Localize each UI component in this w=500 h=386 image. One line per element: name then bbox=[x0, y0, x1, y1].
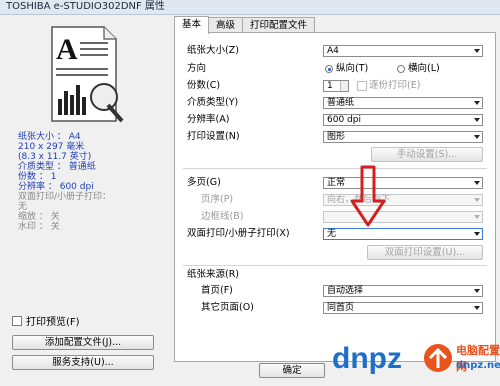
logo-domain: dnpz.net bbox=[456, 360, 500, 371]
divider bbox=[183, 168, 487, 169]
page-preview-icon: A bbox=[51, 26, 124, 123]
collate-checkbox[interactable] bbox=[357, 81, 367, 91]
page-order-label: 页序(P) bbox=[201, 194, 234, 205]
summary-copies: 份数 ： 1 bbox=[18, 172, 57, 182]
chevron-down-icon bbox=[474, 232, 480, 236]
summary-dims-mm: 210 x 297 毫米 bbox=[18, 142, 85, 152]
spin-arrows-icon[interactable] bbox=[340, 81, 348, 91]
copies-label: 份数(C) bbox=[187, 80, 221, 91]
landscape-radio[interactable] bbox=[397, 65, 405, 73]
left-panel: A 纸张大小 ： A4 210 x 297 毫米 (8.3 x 11.7 英寸)… bbox=[0, 15, 170, 383]
chevron-down-icon bbox=[474, 181, 480, 185]
media-type-select[interactable]: 普通纸 bbox=[323, 97, 483, 109]
chevron-down-icon bbox=[474, 198, 480, 202]
tab-basic[interactable]: 基本 bbox=[174, 16, 210, 34]
summary-paper-size: 纸张大小 ： A4 bbox=[18, 132, 81, 142]
other-pages-select[interactable]: 同首页 bbox=[323, 302, 483, 314]
print-settings-select[interactable]: 图形 bbox=[323, 131, 483, 143]
divider bbox=[183, 265, 487, 266]
border-label: 边框线(B) bbox=[201, 211, 244, 222]
media-type-value: 普通纸 bbox=[327, 98, 355, 108]
add-profile-button[interactable]: 添加配置文件(J)... bbox=[12, 335, 154, 350]
resolution-value: 600 dpi bbox=[327, 115, 361, 125]
duplex-value: 无 bbox=[327, 229, 337, 239]
summary-watermark: 水印 ： 关 bbox=[18, 222, 60, 232]
tab-print-profile[interactable]: 打印配置文件 bbox=[242, 17, 316, 33]
support-button[interactable]: 服务支持(U)... bbox=[12, 355, 154, 370]
summary-duplex: 双面打印/小册子打印： bbox=[18, 192, 112, 202]
media-type-label: 介质类型(Y) bbox=[187, 97, 239, 108]
orientation-label: 方向 bbox=[187, 63, 207, 74]
page-order-select[interactable]: 向右，然后向下 bbox=[323, 194, 483, 206]
paper-source-label: 纸张来源(R) bbox=[187, 269, 240, 280]
svg-text:dnpz: dnpz bbox=[332, 342, 402, 375]
paper-size-select[interactable]: A4 bbox=[323, 45, 483, 57]
multipage-value: 正常 bbox=[327, 178, 346, 188]
paper-size-value: A4 bbox=[327, 46, 339, 56]
copies-stepper[interactable]: 1 bbox=[323, 80, 349, 92]
first-page-label: 首页(F) bbox=[201, 285, 233, 296]
multipage-label: 多页(G) bbox=[187, 177, 221, 188]
border-select[interactable] bbox=[323, 211, 483, 223]
summary-resolution: 分辨率 ： 600 dpi bbox=[18, 182, 94, 192]
duplex-settings-button[interactable]: 双面打印设置(U)... bbox=[367, 245, 483, 260]
summary-paper-type: 介质类型 ： 普通纸 bbox=[18, 162, 96, 172]
multipage-select[interactable]: 正常 bbox=[323, 177, 483, 189]
landscape-label: 横向(L) bbox=[408, 63, 440, 74]
resolution-select[interactable]: 600 dpi bbox=[323, 114, 483, 126]
first-page-value: 自动选择 bbox=[327, 286, 364, 296]
print-preview-checkbox[interactable]: 打印预览(F) bbox=[12, 313, 80, 328]
tab-advanced[interactable]: 高级 bbox=[208, 17, 244, 33]
chevron-down-icon bbox=[474, 306, 480, 310]
duplex-select[interactable]: 无 bbox=[323, 228, 483, 240]
print-preview-label: 打印预览(F) bbox=[26, 317, 80, 328]
collate-label: 逐份打印(E) bbox=[369, 80, 421, 91]
chevron-down-icon bbox=[474, 101, 480, 105]
resolution-label: 分辨率(A) bbox=[187, 114, 230, 125]
tab-bar: 基本 高级 打印配置文件 bbox=[174, 16, 316, 34]
chevron-down-icon bbox=[474, 135, 480, 139]
chevron-down-icon bbox=[474, 118, 480, 122]
ok-button[interactable]: 确定 bbox=[259, 363, 325, 378]
first-page-select[interactable]: 自动选择 bbox=[323, 285, 483, 297]
other-pages-label: 其它页面(O) bbox=[201, 302, 254, 313]
window-title: TOSHIBA e-STUDIO302DNF 属性 bbox=[6, 1, 165, 12]
print-preview-checkbox-box[interactable] bbox=[12, 315, 22, 326]
chevron-down-icon bbox=[474, 215, 480, 219]
portrait-label: 纵向(T) bbox=[336, 63, 369, 74]
other-pages-value: 同首页 bbox=[327, 303, 355, 313]
chevron-down-icon bbox=[474, 49, 480, 53]
summary-duplex-value: 无 bbox=[18, 202, 28, 212]
basic-tab-panel: 纸张大小(Z) A4 方向 纵向(T) 横向(L) 份数(C) 1 逐份打印(E… bbox=[174, 32, 496, 362]
copies-value: 1 bbox=[327, 81, 333, 91]
paper-size-label: 纸张大小(Z) bbox=[187, 45, 239, 56]
summary-dims-in: (8.3 x 11.7 英寸) bbox=[18, 152, 92, 162]
site-watermark-logo: dnpz 电脑配置网 dnpz.net bbox=[330, 338, 500, 383]
svg-text:A: A bbox=[56, 33, 78, 66]
settings-summary: 纸张大小 ： A4 210 x 297 毫米 (8.3 x 11.7 英寸) 介… bbox=[18, 132, 168, 232]
print-settings-label: 打印设置(N) bbox=[187, 131, 240, 142]
chevron-down-icon bbox=[474, 289, 480, 293]
duplex-label: 双面打印/小册子打印(X) bbox=[187, 228, 290, 239]
print-settings-value: 图形 bbox=[327, 132, 346, 142]
summary-scale: 缩放 ： 关 bbox=[18, 212, 60, 222]
window-titlebar: TOSHIBA e-STUDIO302DNF 属性 bbox=[0, 0, 500, 15]
annotation-arrow-icon bbox=[350, 165, 386, 227]
portrait-radio[interactable] bbox=[325, 65, 333, 73]
manual-settings-button[interactable]: 手动设置(S)... bbox=[371, 147, 483, 162]
